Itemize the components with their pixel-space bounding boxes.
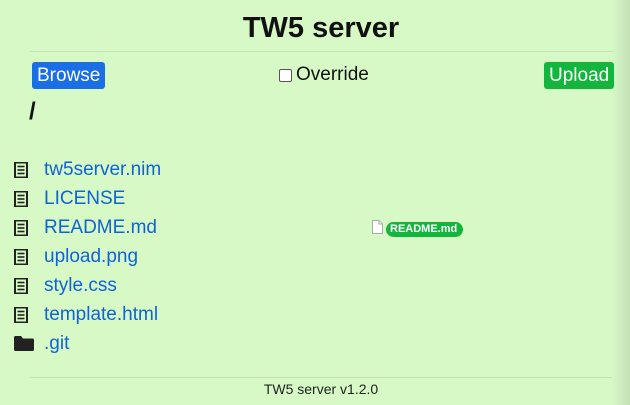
document-icon (14, 306, 44, 323)
file-row-license[interactable]: LICENSE (14, 184, 161, 213)
document-icon (14, 277, 44, 294)
footer-version: TW5 server v1.2.0 (263, 381, 379, 397)
window-edge-shadow (612, 0, 630, 405)
file-link[interactable]: tw5server.nim (44, 159, 161, 181)
file-row-readme[interactable]: README.md (14, 213, 161, 242)
file-link[interactable]: upload.png (44, 246, 138, 268)
browse-button[interactable]: Browse (32, 62, 106, 89)
file-link[interactable]: LICENSE (44, 188, 125, 210)
upload-button[interactable]: Upload (544, 62, 615, 89)
document-icon (14, 190, 44, 207)
file-row-style-css[interactable]: style.css (14, 271, 161, 300)
file-row-upload-png[interactable]: upload.png (14, 242, 161, 271)
document-icon (14, 248, 44, 265)
override-label: Override (296, 64, 369, 85)
folder-icon (14, 336, 44, 351)
header-divider (30, 51, 614, 52)
file-list: tw5server.nim LICENSE README.md upload.p… (14, 155, 161, 358)
folder-link[interactable]: .git (44, 333, 69, 355)
current-path: / (29, 98, 36, 125)
document-icon (14, 161, 44, 178)
override-option[interactable]: Override (279, 64, 369, 86)
drag-preview-label: README.md (386, 222, 464, 237)
drag-preview: README.md (372, 220, 464, 239)
page-title: TW5 server (242, 12, 400, 44)
file-link[interactable]: template.html (44, 304, 158, 326)
footer-divider (30, 377, 612, 378)
blank-file-icon (372, 220, 383, 239)
file-link[interactable]: README.md (44, 217, 157, 239)
override-checkbox[interactable] (279, 68, 292, 82)
folder-row-git[interactable]: .git (14, 329, 161, 358)
file-link[interactable]: style.css (44, 275, 117, 297)
file-row-tw5server-nim[interactable]: tw5server.nim (14, 155, 161, 184)
document-icon (14, 219, 44, 236)
file-row-template-html[interactable]: template.html (14, 300, 161, 329)
